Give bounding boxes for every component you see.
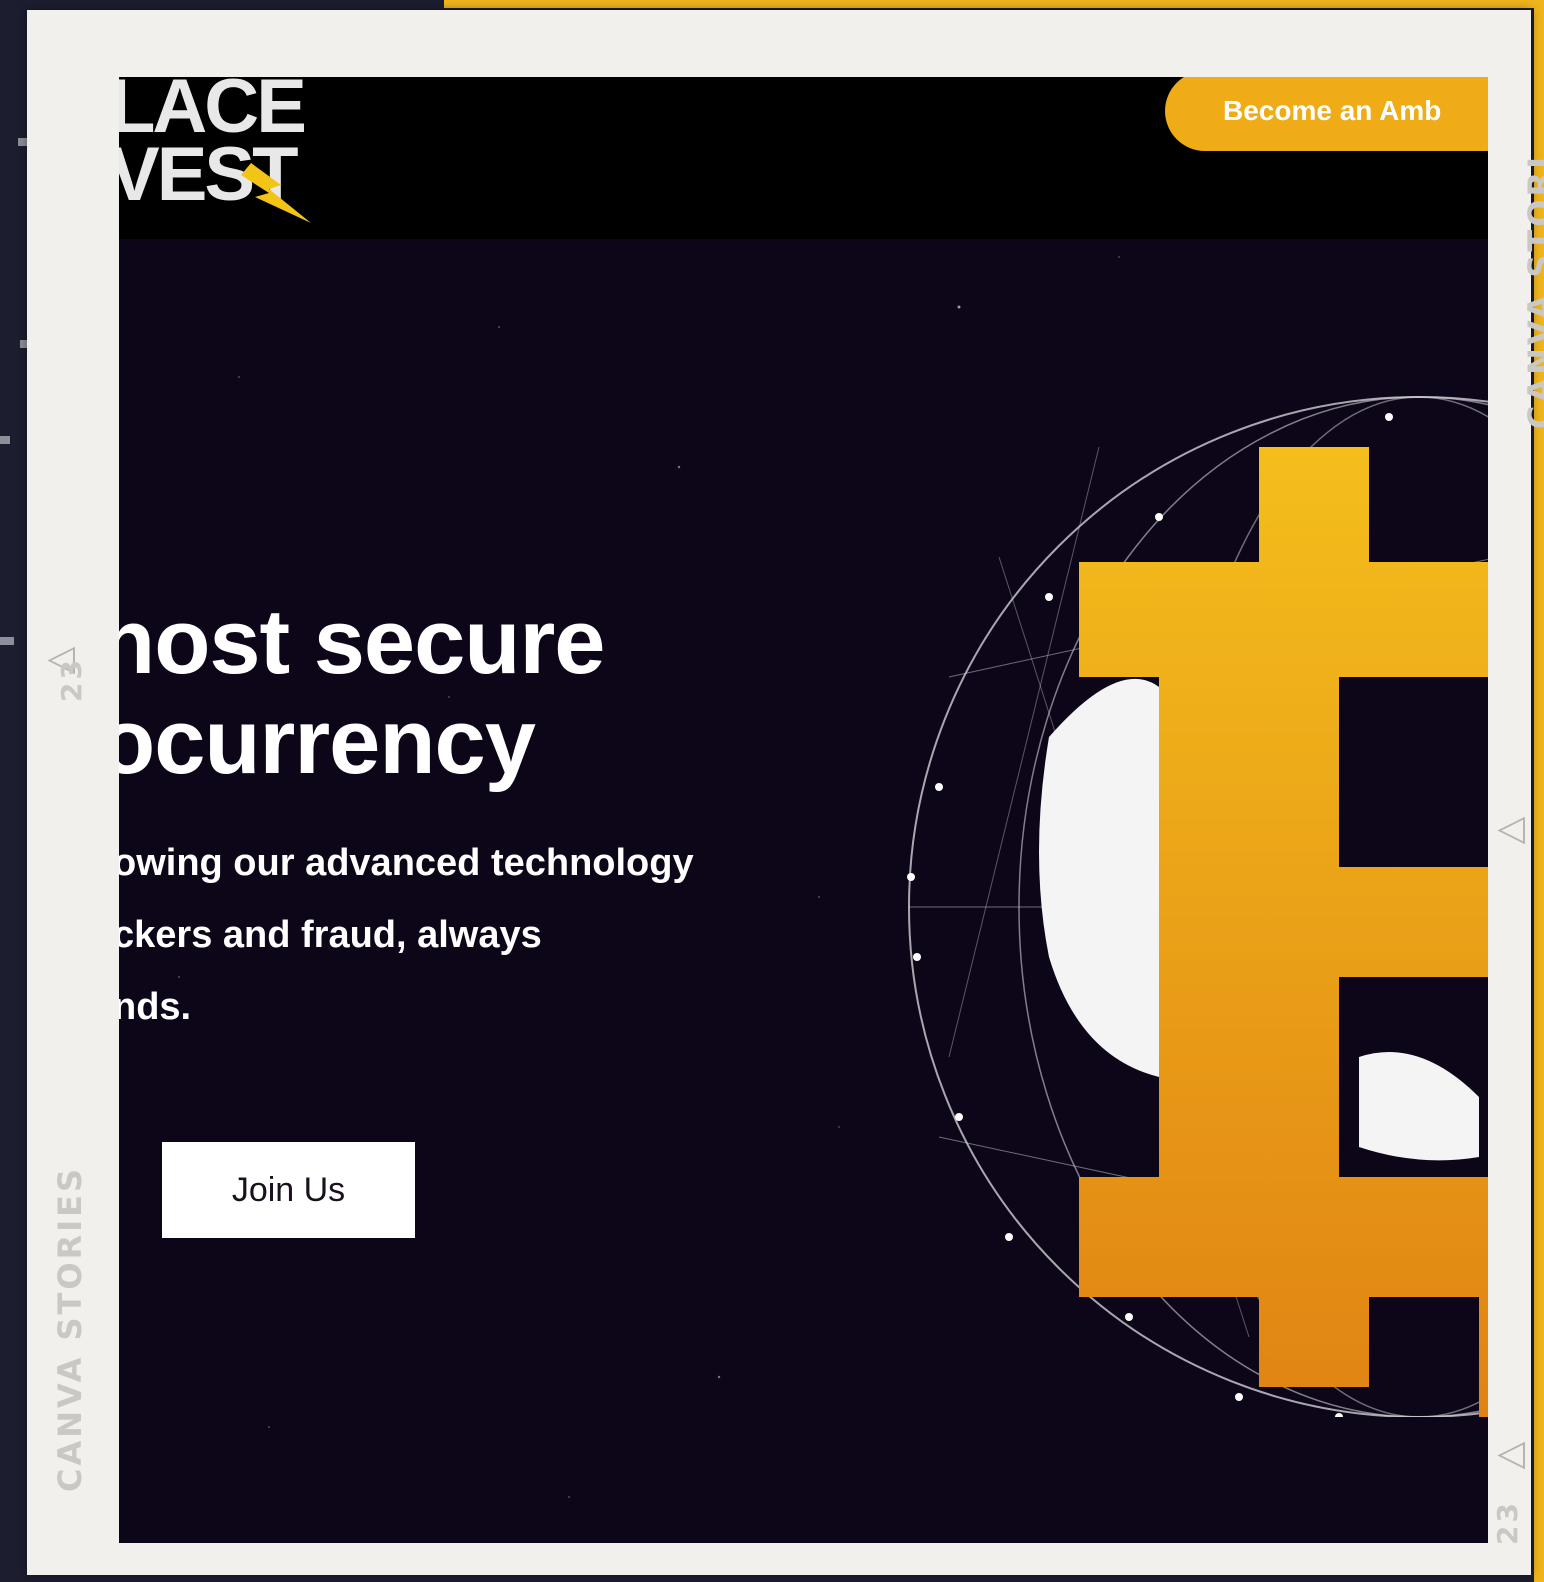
accent-strip-top [444,0,1544,8]
site-header: LACE VEST Become an Amb [119,77,1488,239]
frame-caption-right: CANVA STORI [1521,154,1544,430]
join-us-button[interactable]: Join Us [162,1142,415,1238]
lightning-bolt-icon [241,163,311,223]
hero-subtitle: owing our advanced technology ckers and … [119,827,694,1043]
hero-title-line-2: ocurrency [119,691,536,793]
become-ambassador-button[interactable]: Become an Amb [1165,77,1488,151]
decorative-dash [0,637,14,645]
hero-title-line-1: nost secure [119,591,605,693]
hero-title: nost secure ocurrency [119,591,605,793]
frame-triangle-icon: △ [1488,816,1530,845]
hero-subtitle-line-3: nds. [119,986,192,1028]
website-screenshot: LACE VEST Become an Amb nost secure ocur… [119,77,1488,1543]
frame-number-right: 23 [1491,1500,1524,1545]
frame-number-left: 23 [55,657,88,702]
frame-triangle-icon: △ [1488,1441,1530,1470]
hero-subtitle-line-1: owing our advanced technology [119,842,694,884]
decorative-dash [0,436,10,444]
hero-subtitle-line-2: ckers and fraud, always [119,914,542,956]
frame-caption-left: CANVA STORIES [51,1165,90,1493]
photo-frame: CANVA STORI △ △ 23 CANVA STORIES △ 23 LA… [27,10,1544,1575]
bitcoin-globe-icon [907,396,1488,1417]
